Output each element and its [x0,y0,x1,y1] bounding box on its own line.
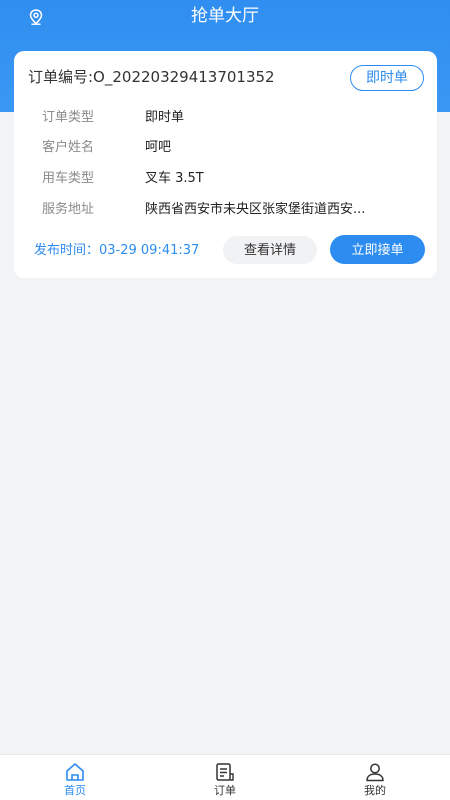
tab-profile[interactable]: 我的 [335,755,415,800]
field-label: 客户姓名 [42,140,95,155]
publish-time: 发布时间：03-29 09:41:37 [34,243,200,258]
tab-orders[interactable]: 订单 [185,755,265,800]
order-list-icon [216,763,234,781]
page-title: 抢单大厅 [191,6,259,26]
tab-label: 首页 [64,784,86,797]
field-value: 陕西省西安市未央区张家堡街道西安... [145,202,366,217]
field-label: 服务地址 [42,202,95,217]
tab-label: 我的 [364,784,386,797]
order-type-tag: 即时单 [350,65,424,91]
tab-home[interactable]: 首页 [35,755,115,800]
order-number: 订单编号:O_20220329413701352 [28,68,275,86]
home-icon [66,763,84,781]
view-details-button[interactable]: 查看详情 [223,236,317,264]
tab-label: 订单 [214,784,236,797]
field-label: 订单类型 [42,110,95,125]
order-card: 订单编号:O_20220329413701352 即时单 订单类型 即时单 客户… [14,51,437,278]
field-value: 呵吧 [145,140,172,155]
field-value: 叉车 3.5T [145,171,204,186]
accept-order-button[interactable]: 立即接单 [330,235,425,264]
bottom-tab-bar: 首页 订单 我的 [0,754,450,800]
field-label: 用车类型 [42,171,95,186]
field-value: 即时单 [145,110,185,125]
user-icon [366,763,384,782]
